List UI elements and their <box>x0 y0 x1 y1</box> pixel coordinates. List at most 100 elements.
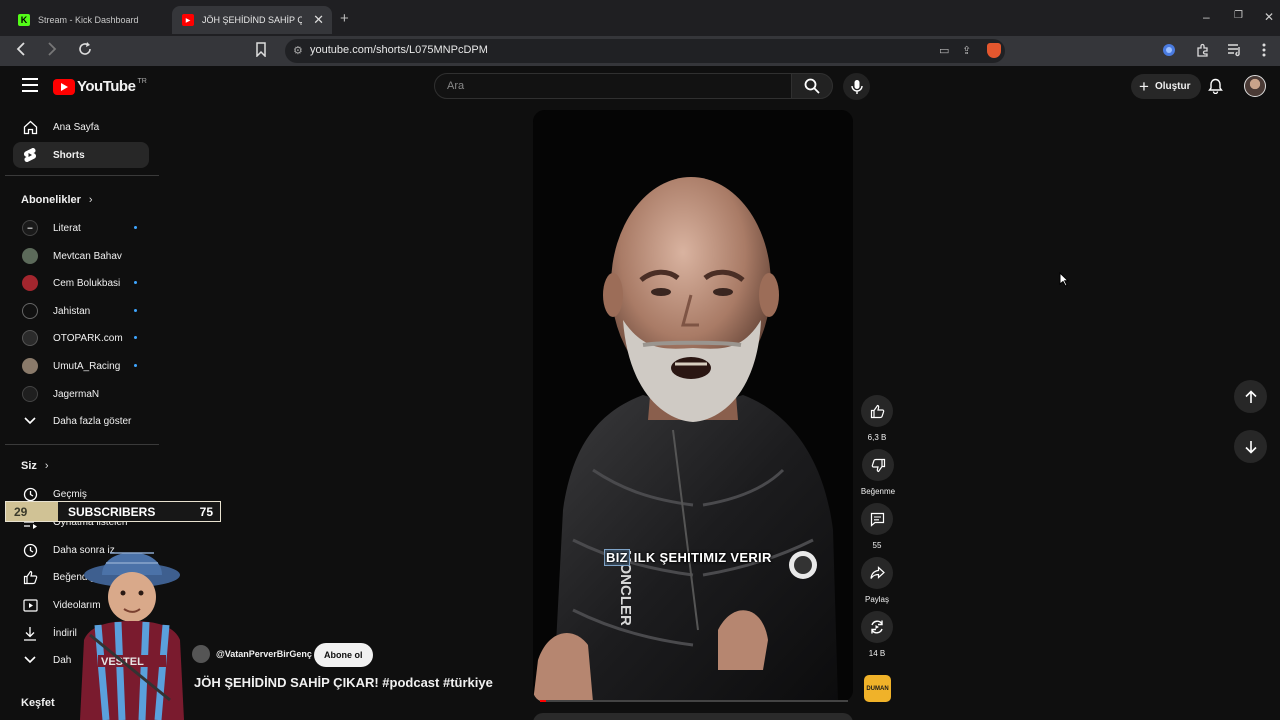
subscribe-button[interactable]: Abone ol <box>314 643 373 667</box>
like-button[interactable] <box>861 395 893 427</box>
previous-short-button[interactable] <box>1234 380 1267 413</box>
sidebar-item-jahistan[interactable]: Jahistan <box>13 298 149 324</box>
address-bar[interactable]: ⚙ youtube.com/shorts/L075MNPcDPM ▭ ⇪ <box>285 39 1005 63</box>
show-more-button[interactable]: Daha fazla göster <box>13 408 149 434</box>
share-action[interactable]: Paylaş <box>861 557 893 604</box>
kick-favicon-icon: K <box>18 14 30 26</box>
browser-toolbar: ⚙ youtube.com/shorts/L075MNPcDPM ▭ ⇪ <box>0 36 1280 66</box>
new-tab-button[interactable]: + <box>340 10 349 27</box>
chevron-down-icon <box>22 652 38 668</box>
video-frame: MONCLER <box>533 110 853 702</box>
home-icon <box>22 119 38 135</box>
video-caption: BIZ ILK ŞEHITIMIZ VERIR <box>604 549 772 566</box>
remix-action[interactable]: 14 B <box>861 611 893 658</box>
video-progress-bar[interactable] <box>540 700 848 702</box>
profile-extension-icon[interactable] <box>1162 43 1176 60</box>
youtube-play-icon <box>53 78 75 95</box>
url-text: youtube.com/shorts/L075MNPcDPM <box>310 44 488 56</box>
back-icon[interactable] <box>15 42 27 60</box>
sidebar-item-literat[interactable]: ▬ Literat <box>13 215 149 241</box>
share-label: Paylaş <box>864 595 889 604</box>
new-content-dot <box>134 281 137 284</box>
site-info-icon[interactable]: ⚙ <box>293 44 303 57</box>
sidebar-item-home[interactable]: Ana Sayfa <box>13 114 149 140</box>
tab-youtube-short[interactable]: ▶ JÖH ŞEHİDİND SAHİP ÇIKAR! ✕ <box>172 6 332 34</box>
sidebar-item-jagerman[interactable]: JagermaN <box>13 381 149 407</box>
like-action[interactable]: 6,3 B <box>861 395 893 442</box>
comments-button[interactable] <box>861 503 893 535</box>
sidebar-item-label: UmutA_Racing <box>53 360 121 372</box>
sidebar-item-umuta-racing[interactable]: UmutA_Racing <box>13 353 149 379</box>
dislike-action[interactable]: Beğenme <box>857 449 899 496</box>
video-title: JÖH ŞEHİDİND SAHİP ÇIKAR! #podcast #türk… <box>194 675 493 690</box>
subscriber-goal: 75 <box>199 504 213 519</box>
history-icon <box>22 486 38 502</box>
chevron-right-icon: › <box>44 460 49 472</box>
remix-button[interactable] <box>861 611 893 643</box>
channel-name[interactable]: @VatanPerverBirGenç <box>216 649 312 659</box>
cast-icon[interactable]: ▭ <box>939 44 949 57</box>
chevron-down-icon <box>22 413 38 429</box>
subscriptions-heading[interactable]: Abonelikler › <box>21 194 93 206</box>
brave-shield-icon[interactable] <box>987 43 1001 58</box>
subscriber-label: SUBSCRIBERS <box>68 504 156 519</box>
sidebar-item-mevtcan-bahav[interactable]: Mevtcan Bahav <box>13 243 149 269</box>
sidebar-item-label: Shorts <box>53 149 85 161</box>
browser-menu-icon[interactable] <box>1262 43 1266 60</box>
channel-avatar <box>22 248 38 264</box>
sidebar-item-label: OTOPARK.com <box>53 332 123 344</box>
search-input[interactable] <box>435 74 791 98</box>
dislike-button[interactable] <box>862 449 894 481</box>
like-icon <box>22 569 38 585</box>
comments-action[interactable]: 55 <box>861 503 893 550</box>
sidebar-item-otopark[interactable]: OTOPARK.com <box>13 325 149 351</box>
sidebar-item-cem-bolukbasi[interactable]: Cem Bolukbasi <box>13 270 149 296</box>
bell-icon <box>1208 78 1223 95</box>
bookmark-icon[interactable] <box>255 42 267 61</box>
reading-list-icon[interactable] <box>1227 43 1243 60</box>
youtube-favicon-icon: ▶ <box>182 14 194 26</box>
share-icon <box>869 566 885 579</box>
reload-icon[interactable] <box>78 42 92 60</box>
arrow-down-icon <box>1244 440 1257 454</box>
sidebar-item-label: Geçmiş <box>53 488 87 500</box>
create-label: Oluştur <box>1154 81 1191 92</box>
create-button[interactable]: + Oluştur <box>1131 74 1201 99</box>
remix-count: 14 B <box>868 649 886 658</box>
sidebar-item-label: Ana Sayfa <box>53 121 100 133</box>
music-thumbnail[interactable]: DUMAN <box>864 675 891 702</box>
you-heading[interactable]: Siz › <box>21 460 49 472</box>
channel-avatar <box>22 330 38 346</box>
watch-later-icon <box>22 542 38 558</box>
next-short-button[interactable] <box>1234 430 1267 463</box>
account-avatar[interactable] <box>1244 75 1266 97</box>
shorts-video-player[interactable]: MONCLER <box>533 110 853 702</box>
extensions-icon[interactable] <box>1196 43 1210 60</box>
music-label: DUMAN <box>866 685 889 692</box>
close-tab-icon[interactable]: ✕ <box>313 12 324 28</box>
sidebar-item-shorts[interactable]: Shorts <box>13 142 149 168</box>
next-short-preview[interactable] <box>533 713 853 720</box>
sidebar-item-label: Mevtcan Bahav <box>53 250 122 262</box>
minimize-button[interactable]: – <box>1203 10 1210 24</box>
channel-avatar <box>22 386 38 402</box>
youtube-logo[interactable]: YouTube TR <box>53 78 147 95</box>
search-box <box>434 73 792 99</box>
forward-icon[interactable] <box>46 42 58 60</box>
notifications-button[interactable] <box>1208 78 1223 99</box>
restore-button[interactable]: ❐ <box>1234 10 1243 21</box>
sidebar-item-label: JagermaN <box>53 388 100 400</box>
hamburger-menu-icon[interactable] <box>22 78 38 92</box>
subscriber-current: 29 <box>6 502 58 521</box>
thumbs-down-icon <box>871 458 885 472</box>
search-button[interactable] <box>791 73 833 99</box>
sidebar-item-label: Cem Bolukbasi <box>53 277 121 289</box>
close-window-button[interactable]: ✕ <box>1264 10 1274 24</box>
streamer-avatar-overlay: VESTEL <box>80 552 184 720</box>
voice-search-button[interactable] <box>843 73 870 100</box>
share-page-icon[interactable]: ⇪ <box>962 44 971 57</box>
channel-avatar <box>22 303 38 319</box>
tab-kick-dashboard[interactable]: K Stream - Kick Dashboard <box>8 6 170 34</box>
sidebar-item-label: Jahistan <box>53 305 91 317</box>
share-button[interactable] <box>861 557 893 589</box>
